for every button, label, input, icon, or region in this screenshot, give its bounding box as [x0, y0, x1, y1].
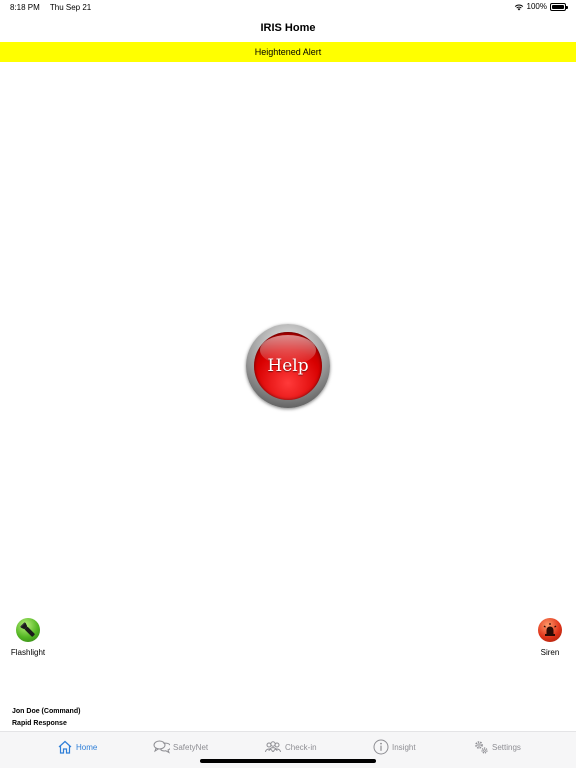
status-time: 8:18 PM [10, 3, 40, 12]
siren-icon [543, 623, 557, 636]
battery-fill [552, 4, 564, 9]
alert-text: Heightened Alert [254, 47, 322, 57]
status-right: 100% [514, 2, 568, 11]
tab-check-in[interactable]: Check-in [264, 738, 317, 756]
people-icon [265, 741, 281, 753]
user-team: Rapid Response [12, 720, 67, 727]
tab-home-label: Home [76, 742, 98, 752]
tab-settings-label: Settings [492, 742, 521, 752]
alert-banner: Heightened Alert [0, 42, 576, 62]
siren-label: Siren [540, 648, 560, 657]
help-button-label: Help [267, 356, 309, 376]
status-date: Thu Sep 21 [49, 3, 92, 12]
siren-circle [538, 618, 562, 642]
wifi-icon [514, 3, 523, 10]
gears-icon [475, 741, 488, 754]
help-button-face: Help [254, 332, 322, 400]
battery-icon [550, 2, 568, 11]
chat-bubbles-icon [153, 740, 170, 754]
page-title: IRIS Home [260, 22, 316, 34]
battery-percent: 100% [526, 2, 547, 11]
siren-button[interactable]: Siren [525, 618, 575, 657]
info-icon [373, 739, 389, 755]
tab-check-in-label: Check-in [285, 742, 317, 752]
home-indicator[interactable] [200, 759, 376, 763]
status-left: 8:18 PM Thu Sep 21 [10, 3, 99, 12]
nav-bar: IRIS Home [0, 14, 576, 42]
flashlight-button[interactable]: Flashlight [3, 618, 53, 657]
status-bar: 8:18 PM Thu Sep 21 100% [0, 0, 576, 14]
user-name: Jon Doe (Command) [12, 708, 81, 715]
flashlight-label: Flashlight [10, 648, 46, 657]
tab-insight[interactable]: Insight [373, 738, 416, 756]
user-info: Jon Doe (Command) Rapid Response [12, 706, 80, 730]
home-icon [58, 740, 72, 754]
tab-settings[interactable]: Settings [473, 738, 521, 756]
flashlight-circle [16, 618, 40, 642]
tab-safetynet[interactable]: SafetyNet [153, 738, 208, 756]
flashlight-icon [20, 622, 35, 637]
tab-insight-label: Insight [392, 742, 416, 752]
tab-home[interactable]: Home [57, 738, 97, 756]
help-button[interactable]: Help [246, 324, 330, 408]
tab-safetynet-label: SafetyNet [173, 742, 209, 752]
